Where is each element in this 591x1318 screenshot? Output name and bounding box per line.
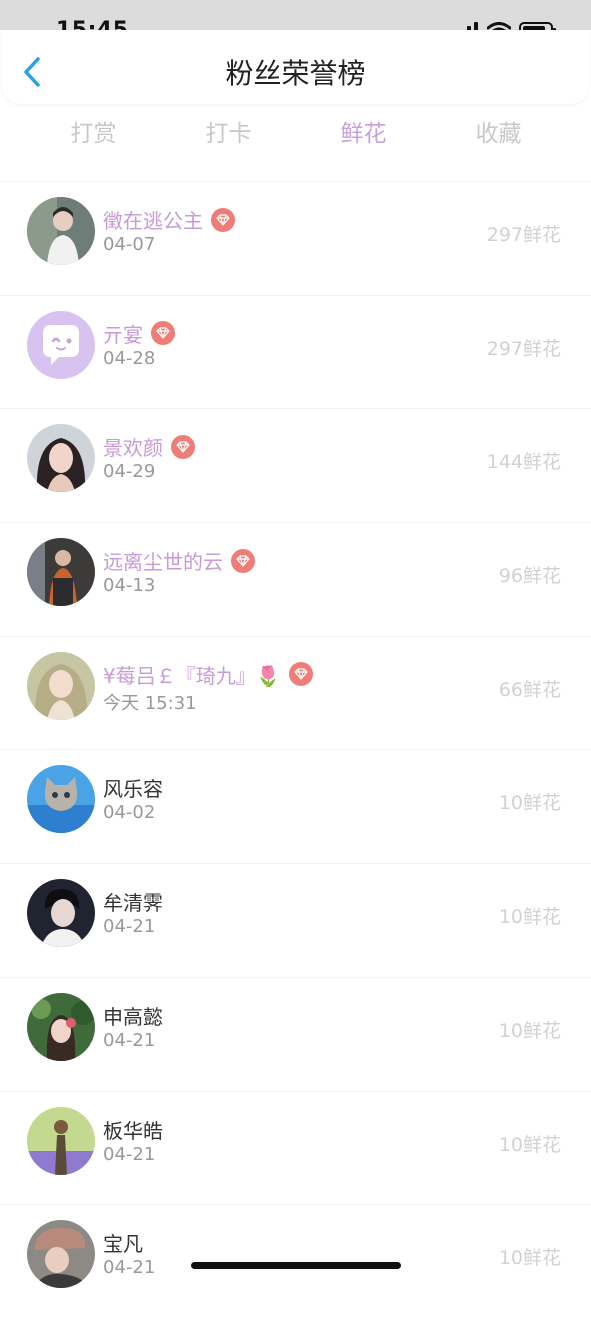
avatar <box>27 879 95 948</box>
fan-name-row: 亓宴 <box>103 319 175 348</box>
nav-bar: 粉丝荣誉榜 <box>2 30 589 104</box>
list-item[interactable]: 远离尘世的云 04-13 96鲜花 <box>0 522 591 636</box>
list-item[interactable]: 风乐容 04-02 10鲜花 <box>0 749 591 863</box>
page-title: 粉丝荣誉榜 <box>225 57 366 90</box>
fan-date: 今天 15:31 <box>103 692 197 714</box>
flower-count: 10鲜花 <box>498 1247 561 1270</box>
avatar <box>27 765 95 834</box>
fan-name-row: 宝凡 <box>103 1228 143 1257</box>
fan-name: 亓宴 <box>103 322 143 347</box>
list-item[interactable]: 亓宴 04-28 297鲜花 <box>0 294 591 409</box>
fan-name: 景欢颜 <box>103 436 163 461</box>
flower-count: 96鲜花 <box>498 565 561 588</box>
fan-name-row: 风乐容 <box>103 773 163 802</box>
fan-list: 徵在逃公主 04-07 297鲜花 亓宴 04-28 297鲜花 景欢颜 04-… <box>0 181 591 1318</box>
flower-count: 10鲜花 <box>498 792 561 815</box>
fan-name-row: 远离尘世的云 <box>103 546 255 575</box>
diamond-badge-icon <box>288 662 313 687</box>
avatar <box>27 197 95 265</box>
list-item[interactable]: 申高懿 04-21 10鲜花 <box>0 976 591 1091</box>
tab-favorites[interactable]: 收藏 <box>431 114 566 158</box>
list-item[interactable]: ¥莓吕￡『琦九』🌷 今天 15:31 66鲜花 <box>0 635 591 750</box>
fan-name: 申高懿 <box>103 1004 163 1029</box>
flower-count: 66鲜花 <box>498 678 561 701</box>
fan-date: 04-21 <box>103 1257 156 1279</box>
fan-name: 风乐容 <box>103 777 163 802</box>
fan-name-row: 景欢颜 <box>103 432 195 461</box>
flower-count: 10鲜花 <box>498 906 561 929</box>
list-item[interactable]: 徵在逃公主 04-07 297鲜花 <box>0 181 591 295</box>
fan-date: 04-21 <box>103 1029 156 1051</box>
diamond-badge-icon <box>151 321 175 346</box>
fan-name-row: 徵在逃公主 <box>103 205 235 234</box>
tab-tips[interactable]: 打赏 <box>26 114 161 158</box>
diamond-badge-icon <box>171 434 195 459</box>
avatar <box>27 651 95 720</box>
avatar <box>27 310 95 379</box>
fan-date: 04-28 <box>103 347 156 369</box>
avatar <box>27 538 95 607</box>
list-item[interactable]: 板华皓 04-21 10鲜花 <box>0 1090 591 1205</box>
avatar <box>27 1220 95 1289</box>
fan-date: 04-07 <box>103 234 156 255</box>
home-indicator[interactable] <box>191 1262 401 1269</box>
fan-name-row: 申高懿 <box>103 1001 163 1030</box>
tab-checkin[interactable]: 打卡 <box>161 114 296 158</box>
fan-name: 徵在逃公主 <box>103 209 203 233</box>
diamond-badge-icon <box>211 207 235 232</box>
tab-bar: 打赏 打卡 鲜花 收藏 <box>26 114 566 158</box>
flower-count: 144鲜花 <box>486 451 561 474</box>
tab-flowers[interactable]: 鲜花 <box>296 114 431 158</box>
list-item[interactable]: 景欢颜 04-29 144鲜花 <box>0 408 591 522</box>
fan-name-row: ¥莓吕￡『琦九』🌷 <box>103 660 313 689</box>
fan-name: 牟清霁 <box>103 891 163 916</box>
avatar <box>27 992 95 1061</box>
flower-count: 10鲜花 <box>498 1019 561 1042</box>
avatar <box>27 1106 95 1175</box>
fan-name-row: 牟清霁 <box>103 887 163 916</box>
fan-name: 远离尘世的云 <box>103 550 223 575</box>
flower-count: 10鲜花 <box>498 1133 561 1156</box>
avatar <box>27 424 95 493</box>
diamond-badge-icon <box>231 548 255 573</box>
fan-name: 宝凡 <box>103 1232 143 1257</box>
fan-name-row: 板华皓 <box>103 1115 163 1144</box>
fan-date: 04-21 <box>103 916 156 938</box>
fan-name: 板华皓 <box>103 1118 163 1143</box>
fan-date: 04-21 <box>103 1143 156 1165</box>
list-item[interactable]: 牟清霁 04-21 10鲜花 <box>0 863 591 977</box>
fan-date: 04-02 <box>103 802 156 824</box>
fan-date: 04-13 <box>103 575 156 597</box>
fan-date: 04-29 <box>103 461 156 483</box>
flower-count: 297鲜花 <box>486 337 561 360</box>
flower-count: 297鲜花 <box>486 224 561 246</box>
fan-name: ¥莓吕￡『琦九』🌷 <box>103 663 281 688</box>
